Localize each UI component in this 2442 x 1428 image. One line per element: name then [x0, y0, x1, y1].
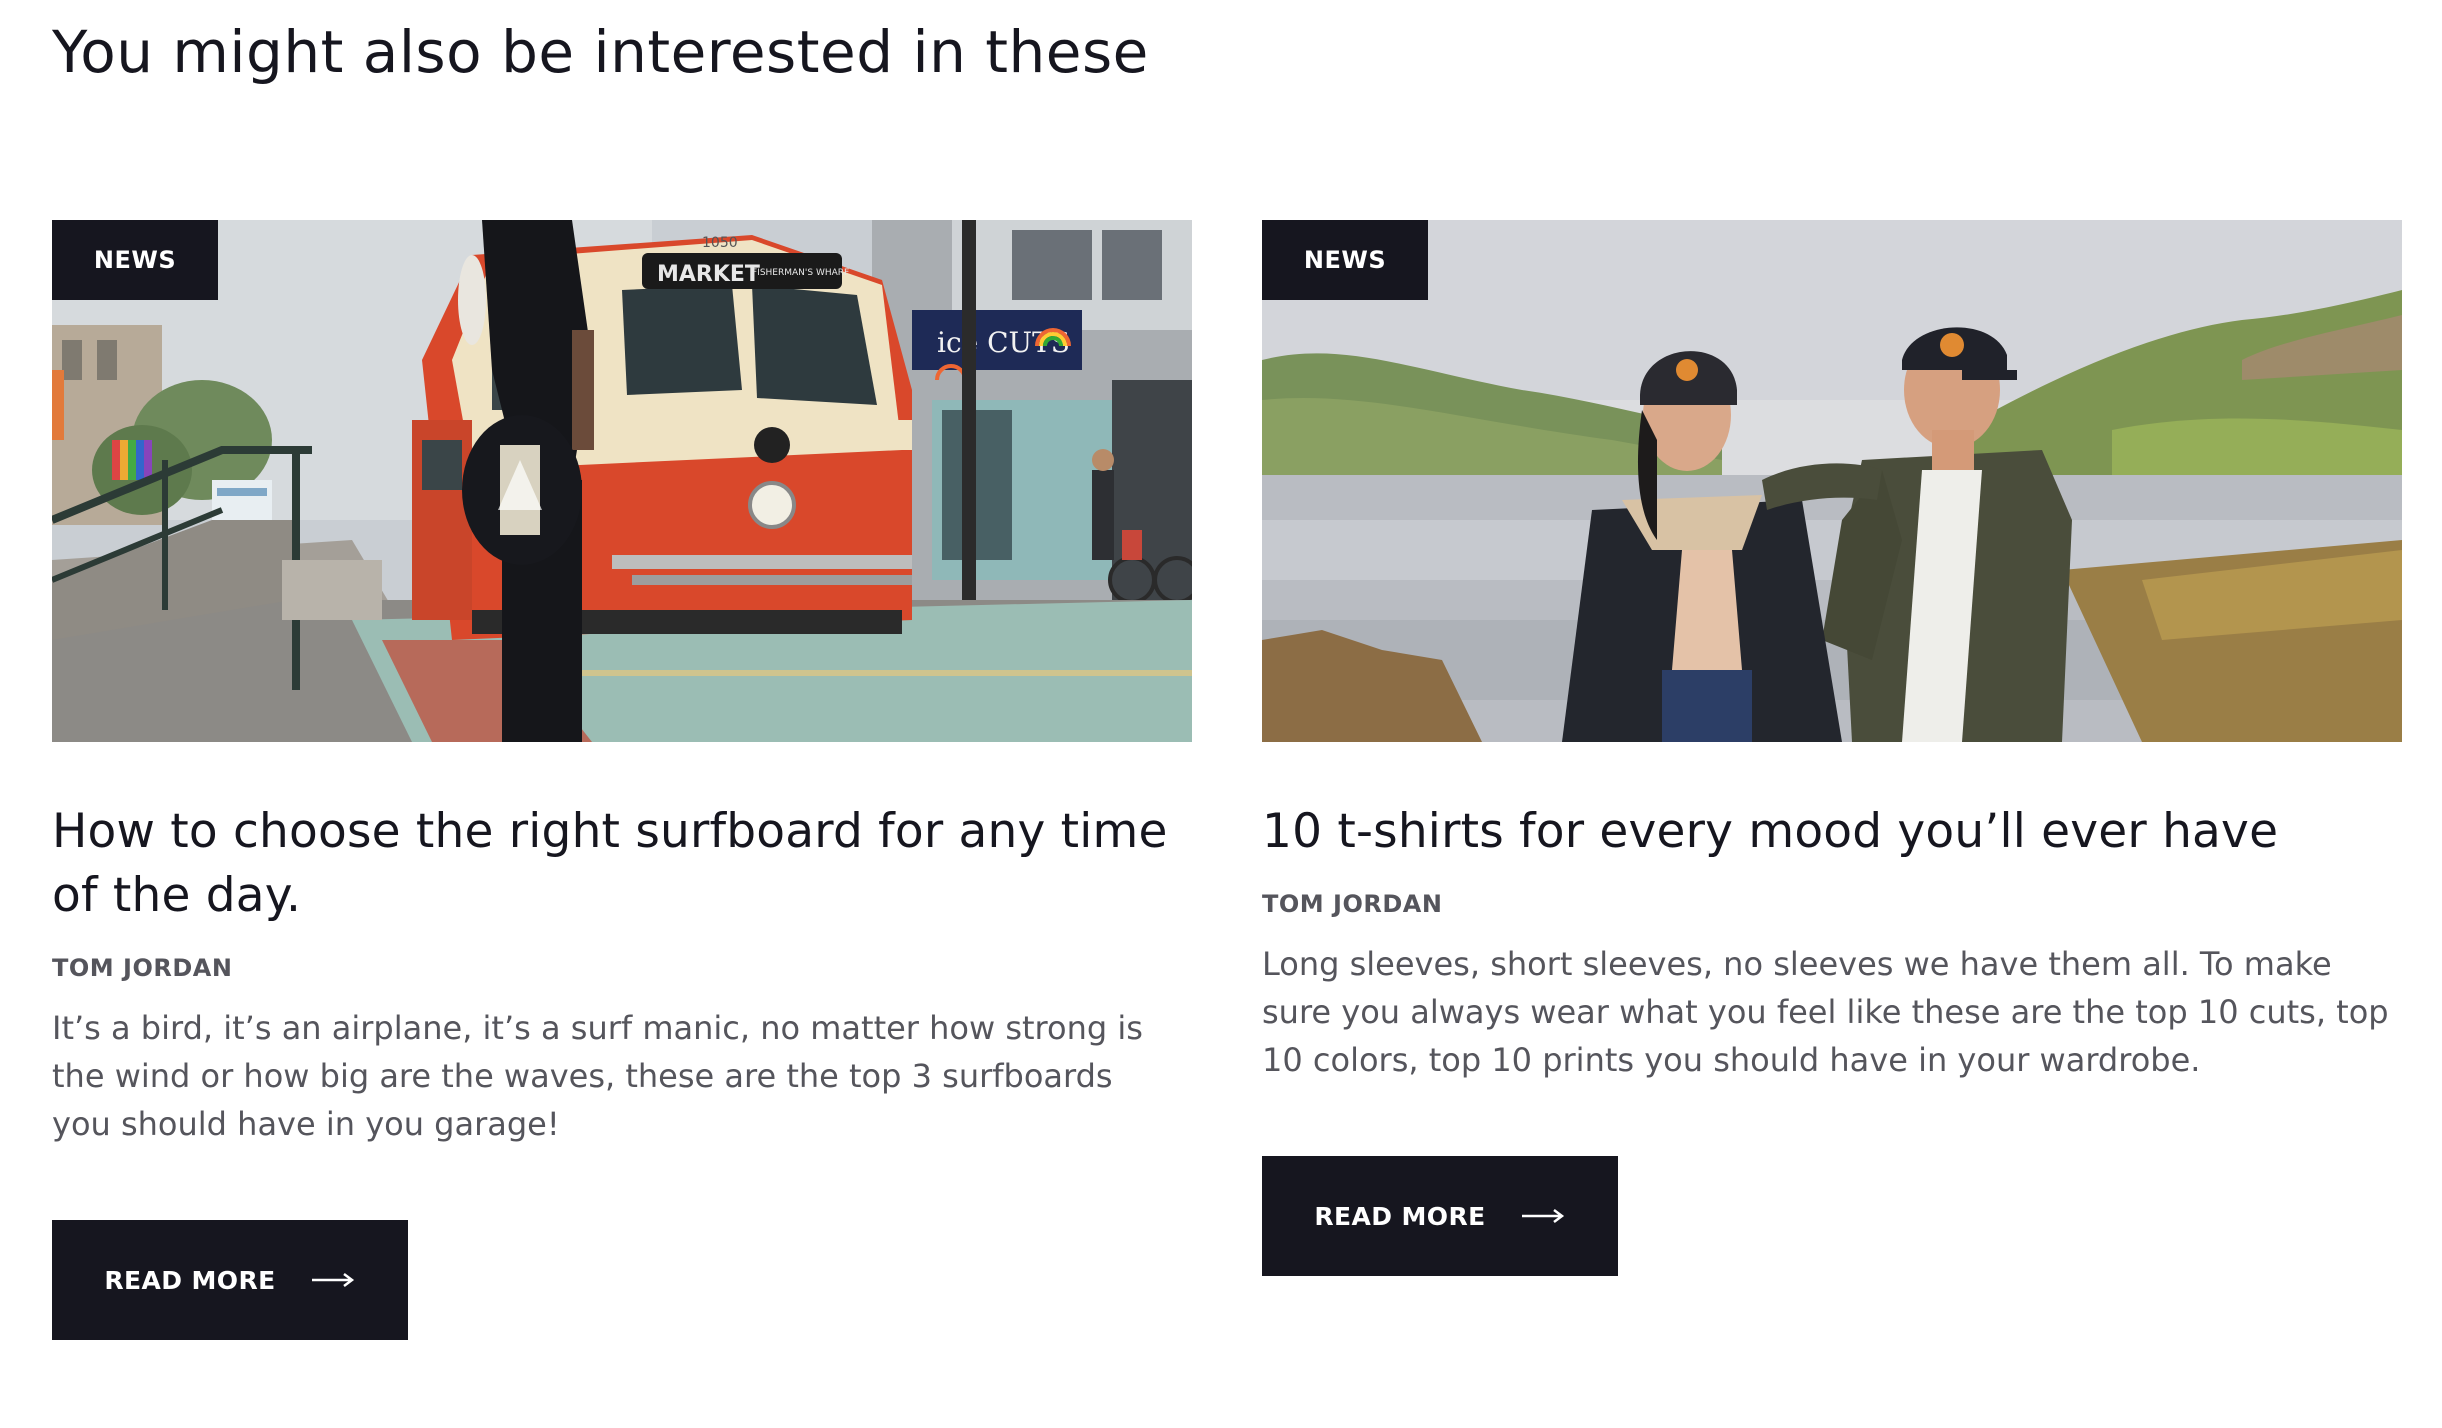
article-excerpt: Long sleeves, short sleeves, no sleeves … [1262, 945, 2389, 1079]
article-author: TOM JORDAN [1262, 890, 1443, 918]
couple-lake-photo [1262, 220, 2402, 742]
related-articles-section: You might also be interested in these ic… [0, 0, 2442, 1428]
article-image-couple[interactable]: NEWS [1262, 220, 2402, 742]
article-title[interactable]: 10 t-shirts for every mood you’ll ever h… [1262, 800, 2402, 864]
article-author: TOM JORDAN [52, 954, 233, 982]
tram-sign-market: MARKET [657, 262, 760, 287]
arrow-right-icon [311, 1272, 356, 1288]
category-badge[interactable]: NEWS [52, 220, 218, 300]
arrow-right-icon [1521, 1208, 1566, 1224]
tram-street-photo: ice CUTS MARKET FISHERMAN'S WHARF 1050 [52, 220, 1192, 742]
section-title: You might also be interested in these [52, 18, 1149, 86]
article-excerpt: It’s a bird, it’s an airplane, it’s a su… [52, 1009, 1143, 1143]
read-more-label: READ MORE [1314, 1201, 1486, 1231]
article-card: NEWS 10 t-shirts for every mood you’ll e… [1262, 220, 2402, 1276]
tram-sign-wharf: FISHERMAN'S WHARF [752, 268, 849, 278]
category-badge[interactable]: NEWS [1262, 220, 1428, 300]
article-title[interactable]: How to choose the right surfboard for an… [52, 800, 1192, 928]
read-more-button[interactable]: READ MORE [1262, 1156, 1618, 1276]
article-card: ice CUTS MARKET FISHERMAN'S WHARF 1050 N… [52, 220, 1192, 1340]
read-more-label: READ MORE [104, 1265, 276, 1295]
read-more-button[interactable]: READ MORE [52, 1220, 408, 1340]
tram-sign-number: 1050 [702, 235, 738, 251]
article-image-tram[interactable]: ice CUTS MARKET FISHERMAN'S WHARF 1050 N… [52, 220, 1192, 742]
